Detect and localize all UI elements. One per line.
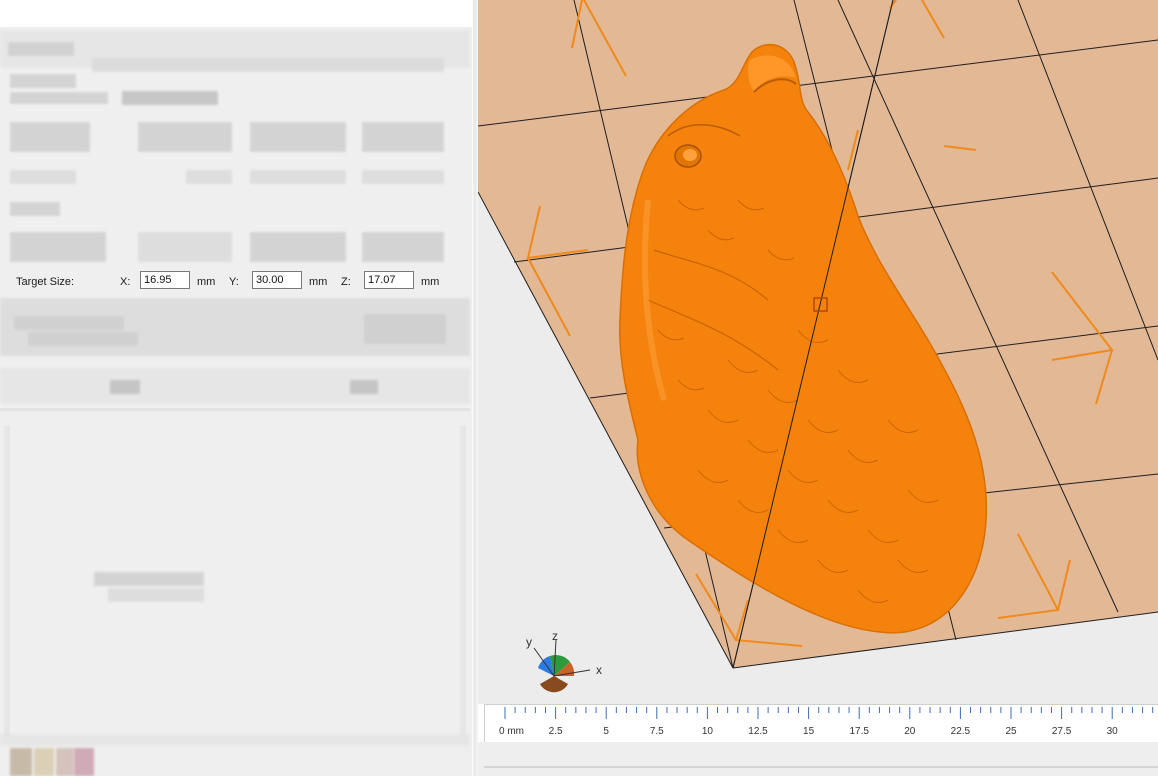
obscured-label [10,92,108,104]
obscured-field [138,122,232,152]
obscured-field [250,232,346,262]
bottom-status-strip [478,742,1158,776]
obscured-field [362,122,444,152]
obscured-button [350,380,378,394]
obscured-label [28,332,138,346]
obscured-field [250,170,346,184]
obscured-field [10,122,90,152]
properties-panel: Target Size: X: 16.95 mm Y: 30.00 mm Z: … [0,0,478,776]
ruler-tick-label: 10 [702,726,714,737]
3d-viewport[interactable]: z x y [478,0,1158,704]
ruler-tick-label: 5 [603,726,609,737]
obscured-strip [0,734,470,746]
axis-z-label: z [552,629,558,643]
obscured-button [364,314,446,344]
obscured-field [362,170,444,184]
thumbnail[interactable] [10,748,32,776]
target-y-unit: mm [309,276,328,288]
axis-x-label: x [596,663,602,677]
scene-canvas[interactable]: z x y [478,0,1158,704]
axis-y-label: y [526,635,532,649]
obscured-field [10,232,106,262]
target-x-unit: mm [197,276,216,288]
target-x-label: X: [120,276,131,288]
target-z-unit: mm [421,276,440,288]
ruler-tick-label: 17.5 [849,726,869,737]
obscured-section [0,368,470,404]
measurement-ruler: 0 mm2.557.51012.51517.52022.52527.5303 [484,704,1158,742]
target-y-input[interactable]: 30.00 [252,271,302,289]
obscured-label [8,42,74,56]
ruler-tick-label: 27.5 [1052,726,1072,737]
obscured-field [138,232,232,262]
section-divider [0,408,470,411]
axis-gizmo-icon: z x y [526,629,602,693]
ruler-tick-label: 0 mm [499,726,524,737]
panel-title-strip [0,0,472,27]
obscured-button [110,380,140,394]
ruler-tick-label: 12.5 [748,726,768,737]
ruler-tick-label: 15 [803,726,815,737]
ruler-tick-label: 30 [1107,726,1119,737]
status-divider [484,766,1158,768]
thumbnail[interactable] [56,748,74,776]
obscured-label [122,91,218,105]
target-y-label: Y: [229,276,239,288]
ruler-tick-label: 22.5 [951,726,971,737]
list-scrollbar-right[interactable] [460,426,466,736]
thumbnail[interactable] [74,748,94,776]
ruler-tick-label: 2.5 [549,726,563,737]
obscured-field [10,170,76,184]
obscured-label [94,572,204,586]
list-scrollbar[interactable] [4,426,10,736]
obscured-label [10,202,60,216]
target-size-label: Target Size: [16,276,75,288]
obscured-field [362,232,444,262]
obscured-label [108,588,204,602]
ruler-tick-label: 25 [1005,726,1017,737]
target-z-label: Z: [341,276,351,288]
target-z-input[interactable]: 17.07 [364,271,414,289]
obscured-label [10,74,76,88]
ruler-tick-label: 20 [904,726,916,737]
obscured-label [14,316,124,330]
target-size-row: Target Size: X: 16.95 mm Y: 30.00 mm Z: … [0,268,470,296]
target-x-input[interactable]: 16.95 [140,271,190,289]
obscured-field [186,170,232,184]
thumbnail[interactable] [34,748,54,776]
thumbnail-strip[interactable] [0,748,100,776]
obscured-field [250,122,346,152]
obscured-field [92,58,444,72]
ruler-tick-label: 7.5 [650,726,664,737]
ruler-scale: 0 mm2.557.51012.51517.52022.52527.5303 [499,707,1154,737]
